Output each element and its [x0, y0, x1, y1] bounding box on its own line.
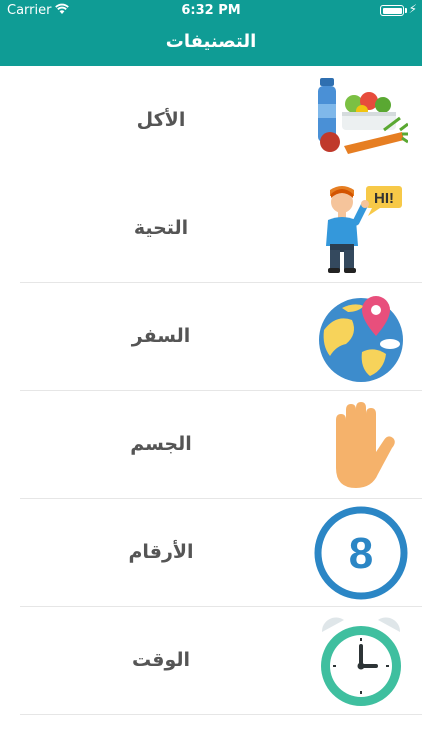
status-time: 6:32 PM [181, 3, 241, 18]
category-list: الأكل التحية HI! السفر الجسم الأرقام 8 ا… [0, 66, 422, 715]
page-title: التصنيفات [165, 31, 257, 52]
app-header: Carrier 6:32 PM ⚡ التصنيفات [0, 0, 422, 66]
category-row-numbers[interactable]: الأرقام 8 [0, 498, 422, 607]
number-eight-icon: 8 [314, 506, 408, 600]
category-label: الأكل [136, 109, 186, 131]
category-label: الوقت [131, 649, 191, 671]
number-glyph: 8 [349, 529, 373, 578]
category-row-greeting[interactable]: التحية HI! [0, 174, 422, 283]
greeting-man-icon: HI! [326, 186, 402, 273]
category-row-travel[interactable]: السفر [0, 282, 422, 391]
category-label: الأرقام [128, 541, 194, 563]
hi-bubble-text: HI! [374, 190, 394, 207]
category-label: التحية [133, 217, 189, 239]
alarm-clock-icon [321, 617, 401, 706]
category-label: السفر [131, 325, 191, 347]
category-row-food[interactable]: الأكل [0, 66, 422, 174]
hand-icon [336, 402, 395, 488]
battery-tip [405, 8, 407, 13]
charging-icon: ⚡ [408, 2, 417, 16]
row-separator [20, 714, 422, 715]
food-icon [318, 78, 408, 154]
category-row-body[interactable]: الجسم [0, 390, 422, 499]
battery-icon [380, 5, 404, 16]
globe-location-icon [319, 296, 403, 382]
category-label: الجسم [130, 433, 192, 455]
category-row-time[interactable]: الوقت [0, 606, 422, 715]
status-bar: Carrier 6:32 PM ⚡ [0, 0, 422, 22]
